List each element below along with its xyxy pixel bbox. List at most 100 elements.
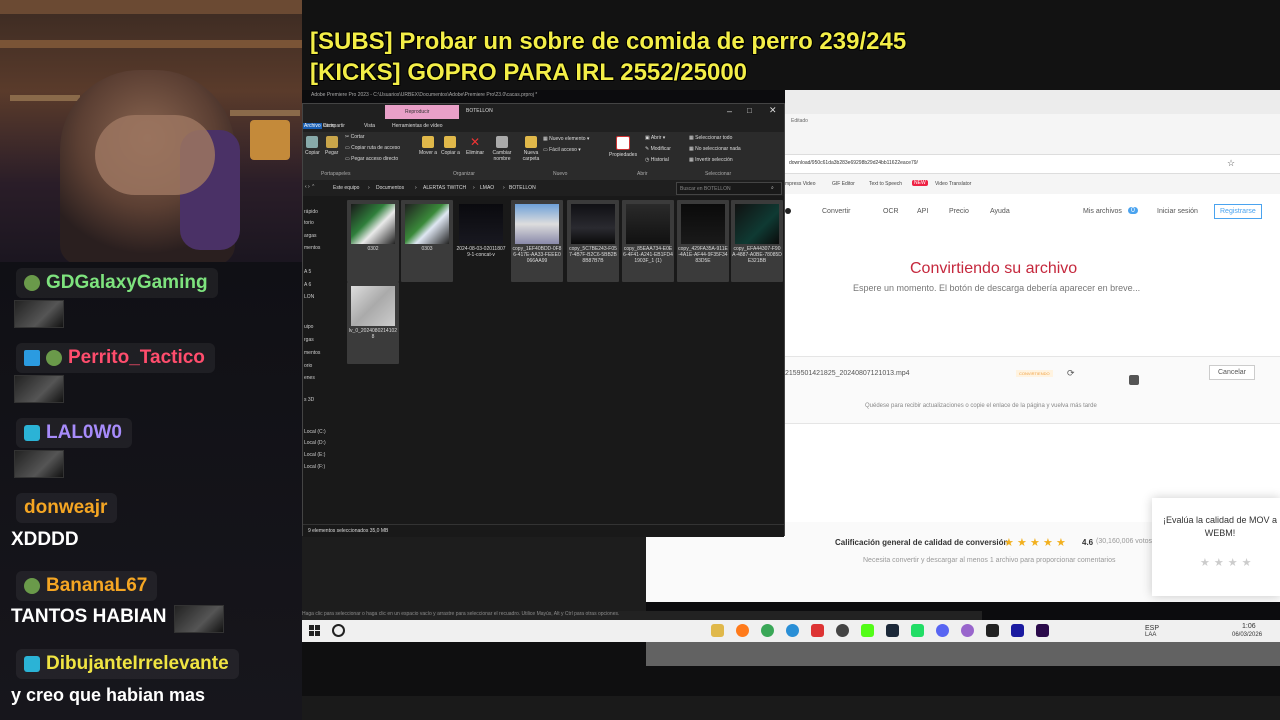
nav-item[interactable]: mentos [304, 245, 320, 251]
context-tab[interactable]: Reproducir [385, 105, 459, 119]
copy-button[interactable]: Copiar [305, 136, 320, 156]
close-icon[interactable]: ✕ [769, 105, 777, 116]
firefox-icon[interactable] [736, 624, 749, 637]
nav-item[interactable]: Local (C:) [304, 429, 326, 435]
breadcrumb-item[interactable]: BOTELLON [509, 185, 536, 191]
bookmark-video-translator[interactable]: Video Translator [935, 181, 971, 187]
file-item[interactable]: lv_0_20240802141028 [347, 282, 399, 364]
bookmark-gif-editor[interactable]: GIF Editor [832, 181, 855, 187]
file-item[interactable]: copy_1EF40BDD-0F86-417E-AA33-FEEE0066AA9… [511, 200, 563, 282]
kick-icon[interactable] [861, 624, 874, 637]
terminal-icon[interactable] [986, 624, 999, 637]
nav-ocr[interactable]: OCR [883, 208, 899, 215]
nav-item[interactable]: LON [304, 294, 314, 300]
webcam-feed [0, 0, 302, 262]
file-item[interactable]: 0303 [401, 200, 453, 282]
nav-convert[interactable]: Convertir [822, 208, 850, 215]
app2-icon[interactable] [961, 624, 974, 637]
cut-button[interactable]: ✂ Cortar [345, 134, 365, 140]
nav-item[interactable]: argas [304, 233, 317, 239]
history-button[interactable]: ◷ Historial [645, 157, 669, 163]
breadcrumb-item[interactable]: Documentos [376, 185, 404, 191]
new-folder-button[interactable]: Nueva carpeta [520, 136, 542, 162]
rename-button[interactable]: Cambiar nombre [489, 136, 515, 162]
nav-pricing[interactable]: Precio [949, 208, 969, 215]
nav-item[interactable]: A 6 [304, 282, 311, 288]
bookmark-text-to-speech[interactable]: Text to Speech [869, 181, 902, 187]
edge-icon[interactable] [786, 624, 799, 637]
nav-item[interactable]: s 3D [304, 397, 314, 403]
paste-shortcut-button[interactable]: ▭ Pegar acceso directo [345, 156, 398, 162]
bookmark-compress[interactable]: mpress Video [785, 181, 815, 187]
nav-item[interactable]: Local (E:) [304, 452, 325, 458]
steam-icon[interactable] [886, 624, 899, 637]
play-icon[interactable] [911, 624, 924, 637]
tab-file[interactable]: Archivo [303, 123, 322, 129]
nav-item[interactable]: orio [304, 363, 312, 369]
premiere-icon[interactable] [1036, 624, 1049, 637]
copy-to-button[interactable]: Copiar a [441, 136, 460, 156]
minimize-icon[interactable]: – [727, 106, 732, 116]
star-icon[interactable]: ☆ [1227, 158, 1235, 169]
address-bar[interactable]: ‹ › ⌃ Este equipo › Documentos › ALERTAS… [303, 180, 784, 196]
file-item[interactable]: 0302 [347, 200, 399, 282]
cancel-button[interactable]: Cancelar [1209, 365, 1256, 380]
tab-view[interactable]: Vista [364, 123, 375, 129]
navigation-pane: rápido torio argas mentos A 5 A 6 LON uipo rgas m… [303, 196, 339, 524]
nav-help[interactable]: Ayuda [990, 208, 1010, 215]
new-badge: NEW [912, 180, 928, 186]
search-box[interactable]: Buscar en BOTELLON ⌕ [676, 182, 782, 195]
nav-item[interactable]: uipo [304, 324, 313, 330]
nav-item[interactable]: enes [304, 375, 315, 381]
file-item[interactable]: copy_85EAA734-E0E6-4F41-A241-EB1FD41903F… [622, 200, 674, 282]
register-button[interactable]: Registrarse [1214, 204, 1262, 219]
empty-stars[interactable]: ★★★★ [1200, 556, 1255, 569]
back-icon[interactable]: ‹ › ⌃ [305, 184, 315, 190]
file-item[interactable]: copy_5C7BE243-F057-4B7F-B2C6-5BB2B8B87B7… [567, 200, 619, 282]
nav-item[interactable]: Local (D:) [304, 440, 326, 446]
windows-start-icon[interactable] [309, 625, 320, 636]
breadcrumb-item[interactable]: LMAO [480, 185, 494, 191]
nav-api[interactable]: API [917, 208, 928, 215]
breadcrumb-sep: › [368, 185, 370, 191]
breadcrumb-item[interactable]: Este equipo [333, 185, 359, 191]
move-to-button[interactable]: Mover a [419, 136, 437, 156]
maximize-icon[interactable]: □ [747, 106, 752, 115]
notion-icon[interactable] [1011, 624, 1024, 637]
select-none-button[interactable]: ▦ No seleccionar nada [689, 146, 741, 152]
open-button[interactable]: ▣ Abrir ▾ [645, 135, 665, 141]
file-item[interactable]: copy_EFA44307-F90A-4887-A0BE-78085DE321B… [731, 200, 783, 282]
chrome-icon[interactable] [761, 624, 774, 637]
site-logo[interactable] [785, 208, 791, 214]
select-all-button[interactable]: ▦ Seleccionar todo [689, 135, 732, 141]
discord-icon[interactable] [936, 624, 949, 637]
new-item-button[interactable]: ▦ Nuevo elemento ▾ [543, 136, 589, 142]
nav-item[interactable]: rápido [304, 209, 318, 215]
nav-item[interactable]: Local (F:) [304, 464, 325, 470]
delete-button[interactable]: ✕ Eliminar [466, 136, 484, 156]
invert-selection-button[interactable]: ▦ Invertir selección [689, 157, 733, 163]
tray-time[interactable]: 1:06 [1242, 623, 1256, 630]
file-explorer-icon[interactable] [711, 624, 724, 637]
nav-item[interactable]: mentos [304, 350, 320, 356]
modify-button[interactable]: ✎ Modificar [645, 146, 671, 152]
obs-icon[interactable] [836, 624, 849, 637]
file-item[interactable]: 2024-08-03-020118079-1-concat-v [455, 200, 507, 282]
properties-button[interactable]: Propiedades [609, 136, 637, 158]
login-link[interactable]: Iniciar sesión [1157, 208, 1198, 215]
my-files-link[interactable]: Mis archivos [1083, 208, 1122, 215]
file-item[interactable]: copy_429FA35A-911E-4A1E-AF44-9F35F3483D5… [677, 200, 729, 282]
app-icon[interactable] [811, 624, 824, 637]
tab-video-tools[interactable]: Herramientas de vídeo [392, 123, 443, 129]
search-icon[interactable] [332, 624, 345, 637]
paste-button[interactable]: Pegar [325, 136, 338, 156]
nav-item[interactable]: rgas [304, 337, 314, 343]
tab-share[interactable]: Compartir [323, 123, 345, 129]
easy-access-button[interactable]: ▭ Fácil acceso ▾ [543, 147, 581, 153]
nav-item[interactable]: A 5 [304, 269, 311, 275]
breadcrumb-item[interactable]: ALERTAS TWITCH [423, 185, 466, 191]
nav-item[interactable]: torio [304, 220, 314, 226]
copy-path-button[interactable]: ▭ Copiar ruta de acceso [345, 145, 400, 151]
tray-lang[interactable]: ESP [1145, 625, 1159, 632]
address-bar[interactable]: download/950c61da3b283e69298b29d24bb1162… [785, 154, 1280, 174]
